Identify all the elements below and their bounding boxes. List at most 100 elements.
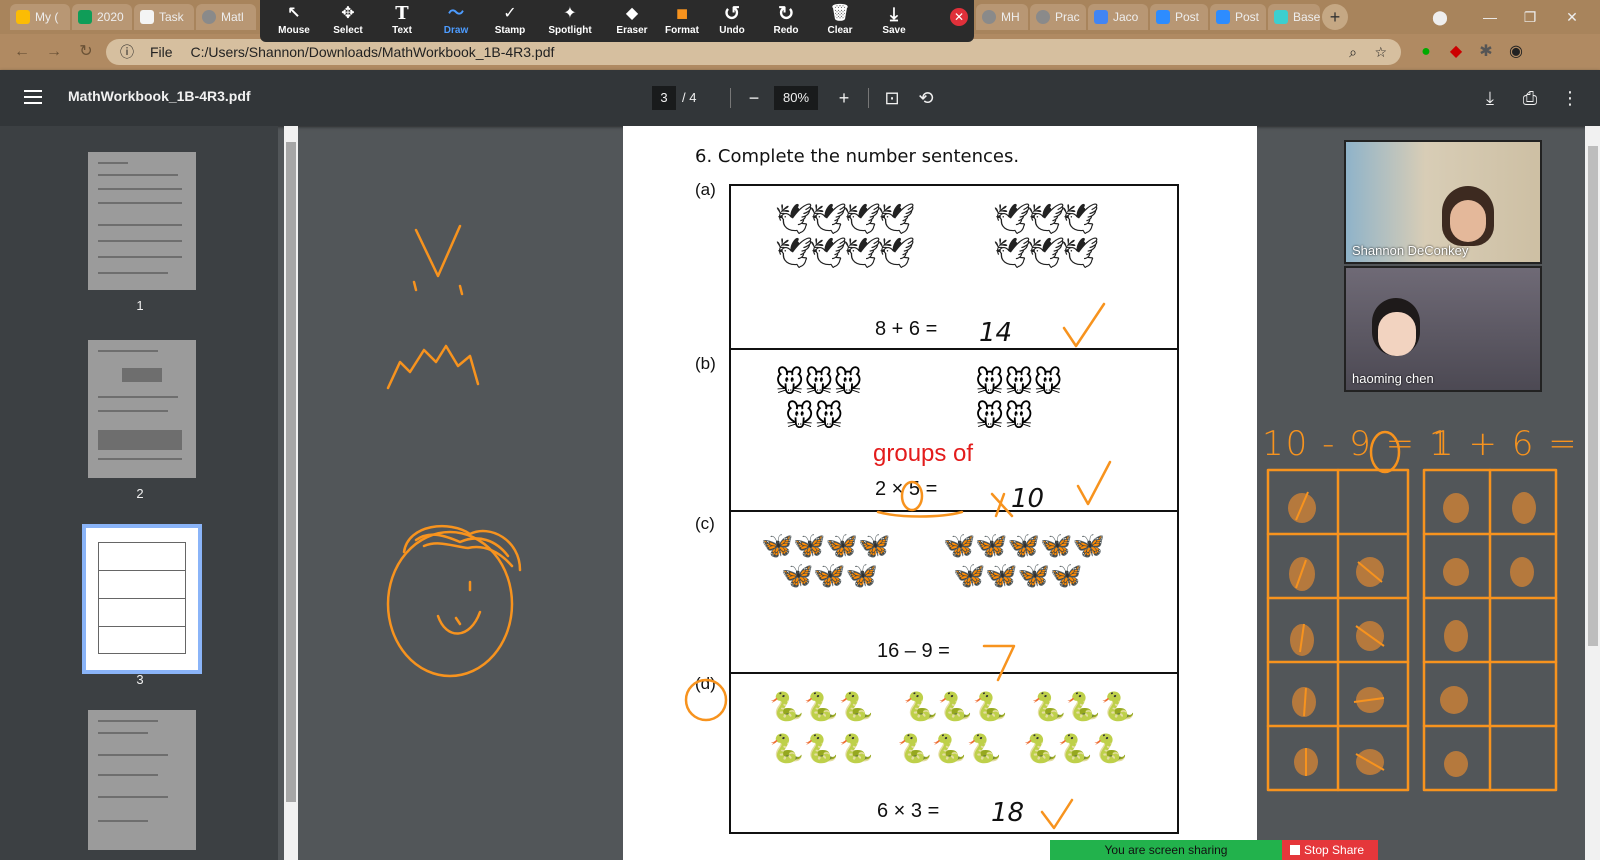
- profile-icon[interactable]: ⬤: [1420, 4, 1460, 30]
- task-icon: [140, 10, 154, 24]
- page-thumbnail-3-selected[interactable]: [82, 524, 202, 674]
- close-annotation-icon[interactable]: ✕: [950, 8, 968, 26]
- zoom-icon: [1216, 10, 1230, 24]
- close-window-button[interactable]: ✕: [1552, 4, 1592, 30]
- globe-icon: [1036, 10, 1050, 24]
- ten-frame-left: [1266, 468, 1410, 792]
- butterfly-picture-group: 🦋🦋🦋🦋: [953, 560, 1083, 590]
- screen-sharing-status: You are screen sharing: [1050, 840, 1282, 860]
- browser-tab[interactable]: Task: [134, 4, 194, 30]
- mouse-tool-button[interactable]: ↖ Mouse: [266, 3, 322, 41]
- equation-d: 6 × 3 =: [877, 800, 940, 822]
- new-tab-button[interactable]: +: [1322, 4, 1348, 30]
- pdf-toolbar: MathWorkbook_1B-4R3.pdf 3 / 4 − 80% + ⊡ …: [0, 70, 1600, 126]
- spotlight-tool-button[interactable]: ✦ Spotlight: [542, 3, 598, 41]
- zoom-in-button[interactable]: +: [832, 86, 856, 110]
- redo-icon: ↻: [777, 3, 795, 25]
- maximize-button[interactable]: ❐: [1510, 4, 1550, 30]
- eraser-tool-button[interactable]: ◆ Eraser: [604, 3, 660, 41]
- zoom-level-input[interactable]: 80%: [774, 86, 818, 110]
- participant-name: Shannon DeConkey: [1352, 243, 1469, 258]
- clear-button[interactable]: 🗑 Clear: [812, 3, 868, 41]
- text-tool-button[interactable]: T Text: [374, 3, 430, 41]
- snake-picture-group: 🐍🐍🐍: [897, 733, 1002, 764]
- divider: [868, 88, 869, 108]
- drawn-face: [386, 530, 514, 678]
- back-icon[interactable]: ←: [12, 42, 32, 62]
- draw-tool-button[interactable]: 〜 Draw: [428, 3, 484, 41]
- forward-icon[interactable]: →: [44, 42, 64, 62]
- url-text: C:/Users/Shannon/Downloads/MathWorkbook_…: [190, 44, 555, 60]
- rotate-icon[interactable]: ⟲: [914, 86, 938, 110]
- avatar[interactable]: ◉: [1506, 42, 1526, 62]
- fit-page-icon[interactable]: ⊡: [880, 86, 904, 110]
- equation-c: 16 – 9 =: [877, 640, 950, 662]
- download-icon[interactable]: ⤓: [1478, 86, 1502, 110]
- part-label-b: (b): [695, 354, 716, 373]
- reload-icon[interactable]: ↻: [76, 42, 96, 62]
- answer-a: 14: [979, 318, 1013, 348]
- bird-picture-group: 🕊🕊🕊🕊: [775, 203, 915, 236]
- browser-tab[interactable]: My (: [10, 4, 70, 30]
- wand-icon: ✦: [563, 5, 577, 22]
- stop-share-button[interactable]: Stop Share: [1282, 840, 1378, 860]
- undo-button[interactable]: ↺ Undo: [704, 3, 760, 41]
- page-thumbnail-4[interactable]: [88, 710, 196, 850]
- save-icon: ⤓: [890, 4, 898, 24]
- bookmark-star-icon[interactable]: ☆: [1374, 39, 1387, 65]
- snake-picture-group: 🐍🐍🐍: [903, 691, 1008, 722]
- browser-tab[interactable]: Post: [1150, 4, 1208, 30]
- print-icon[interactable]: ⎙: [1518, 86, 1542, 110]
- app-icon: [1274, 10, 1288, 24]
- sidebar-scrollbar[interactable]: [284, 126, 298, 860]
- zoom-lens-icon[interactable]: ⌕: [1349, 39, 1357, 65]
- color-swatch-icon: ■: [675, 3, 689, 25]
- globe-icon: [982, 10, 996, 24]
- url-prefix: File: [150, 44, 173, 60]
- drive-icon: [16, 10, 30, 24]
- page-scrollbar[interactable]: [1585, 126, 1600, 860]
- drawn-zigzag: [386, 344, 480, 390]
- docs-icon: [1094, 10, 1108, 24]
- menu-icon[interactable]: [24, 90, 42, 104]
- video-tile-haoming[interactable]: haoming chen: [1344, 266, 1542, 392]
- snake-picture-group: 🐍🐍🐍: [769, 733, 874, 764]
- browser-tab[interactable]: Matl: [196, 4, 256, 30]
- browser-tab[interactable]: Post: [1210, 4, 1266, 30]
- eraser-icon: ◆: [625, 5, 639, 22]
- stamp-tool-button[interactable]: ✓ Stamp: [482, 3, 538, 41]
- question-title: 6. Complete the number sentences.: [695, 146, 1020, 167]
- checkmark-icon: ✓: [503, 5, 517, 22]
- zoom-out-button[interactable]: −: [742, 86, 766, 110]
- thumbnail-label: 1: [136, 298, 144, 313]
- minimize-button[interactable]: —: [1470, 4, 1510, 30]
- browser-tab[interactable]: 2020: [72, 4, 132, 30]
- browser-tab[interactable]: Prac: [1030, 4, 1086, 30]
- browser-tab[interactable]: MH: [976, 4, 1028, 30]
- page-number-input[interactable]: 3: [652, 86, 676, 110]
- select-tool-button[interactable]: ✥ Select: [320, 3, 376, 41]
- page-thumbnail-2[interactable]: [88, 340, 196, 478]
- redo-button[interactable]: ↻ Redo: [758, 3, 814, 41]
- thumbnail-label: 3: [136, 672, 144, 687]
- extensions-puzzle-icon[interactable]: ✱: [1476, 42, 1496, 62]
- browser-tab[interactable]: Base: [1268, 4, 1320, 30]
- browser-tab[interactable]: Jaco: [1088, 4, 1148, 30]
- thumbnail-label: 2: [136, 486, 144, 501]
- mouse-picture-group: 🐭🐭🐭: [975, 367, 1063, 398]
- format-tool-button[interactable]: ■ Format: [654, 3, 710, 41]
- ublock-icon[interactable]: ◆: [1446, 42, 1466, 62]
- screen: My ( 2020 Task Matl MH Prac Jaco Post Po…: [0, 0, 1600, 860]
- equation-a: 8 + 6 =: [875, 318, 938, 340]
- equation-b: 2 × 5 =: [875, 478, 938, 500]
- video-tile-shannon[interactable]: Shannon DeConkey: [1344, 140, 1542, 264]
- url-bar[interactable]: ⓘ File C:/Users/Shannon/Downloads/MathWo…: [106, 39, 1401, 65]
- more-options-icon[interactable]: ⋮: [1558, 86, 1582, 110]
- pdf-title: MathWorkbook_1B-4R3.pdf: [68, 88, 251, 104]
- move-icon: ✥: [341, 5, 355, 22]
- save-button[interactable]: ⤓ Save: [866, 3, 922, 41]
- problem-box-c: 🦋🦋🦋🦋 🦋🦋🦋 🦋🦋🦋🦋🦋 🦋🦋🦋🦋 16 – 9 =: [729, 510, 1179, 674]
- extension-icon[interactable]: ●: [1416, 42, 1436, 62]
- page-total: / 4: [682, 90, 697, 105]
- page-thumbnail-1[interactable]: [88, 152, 196, 290]
